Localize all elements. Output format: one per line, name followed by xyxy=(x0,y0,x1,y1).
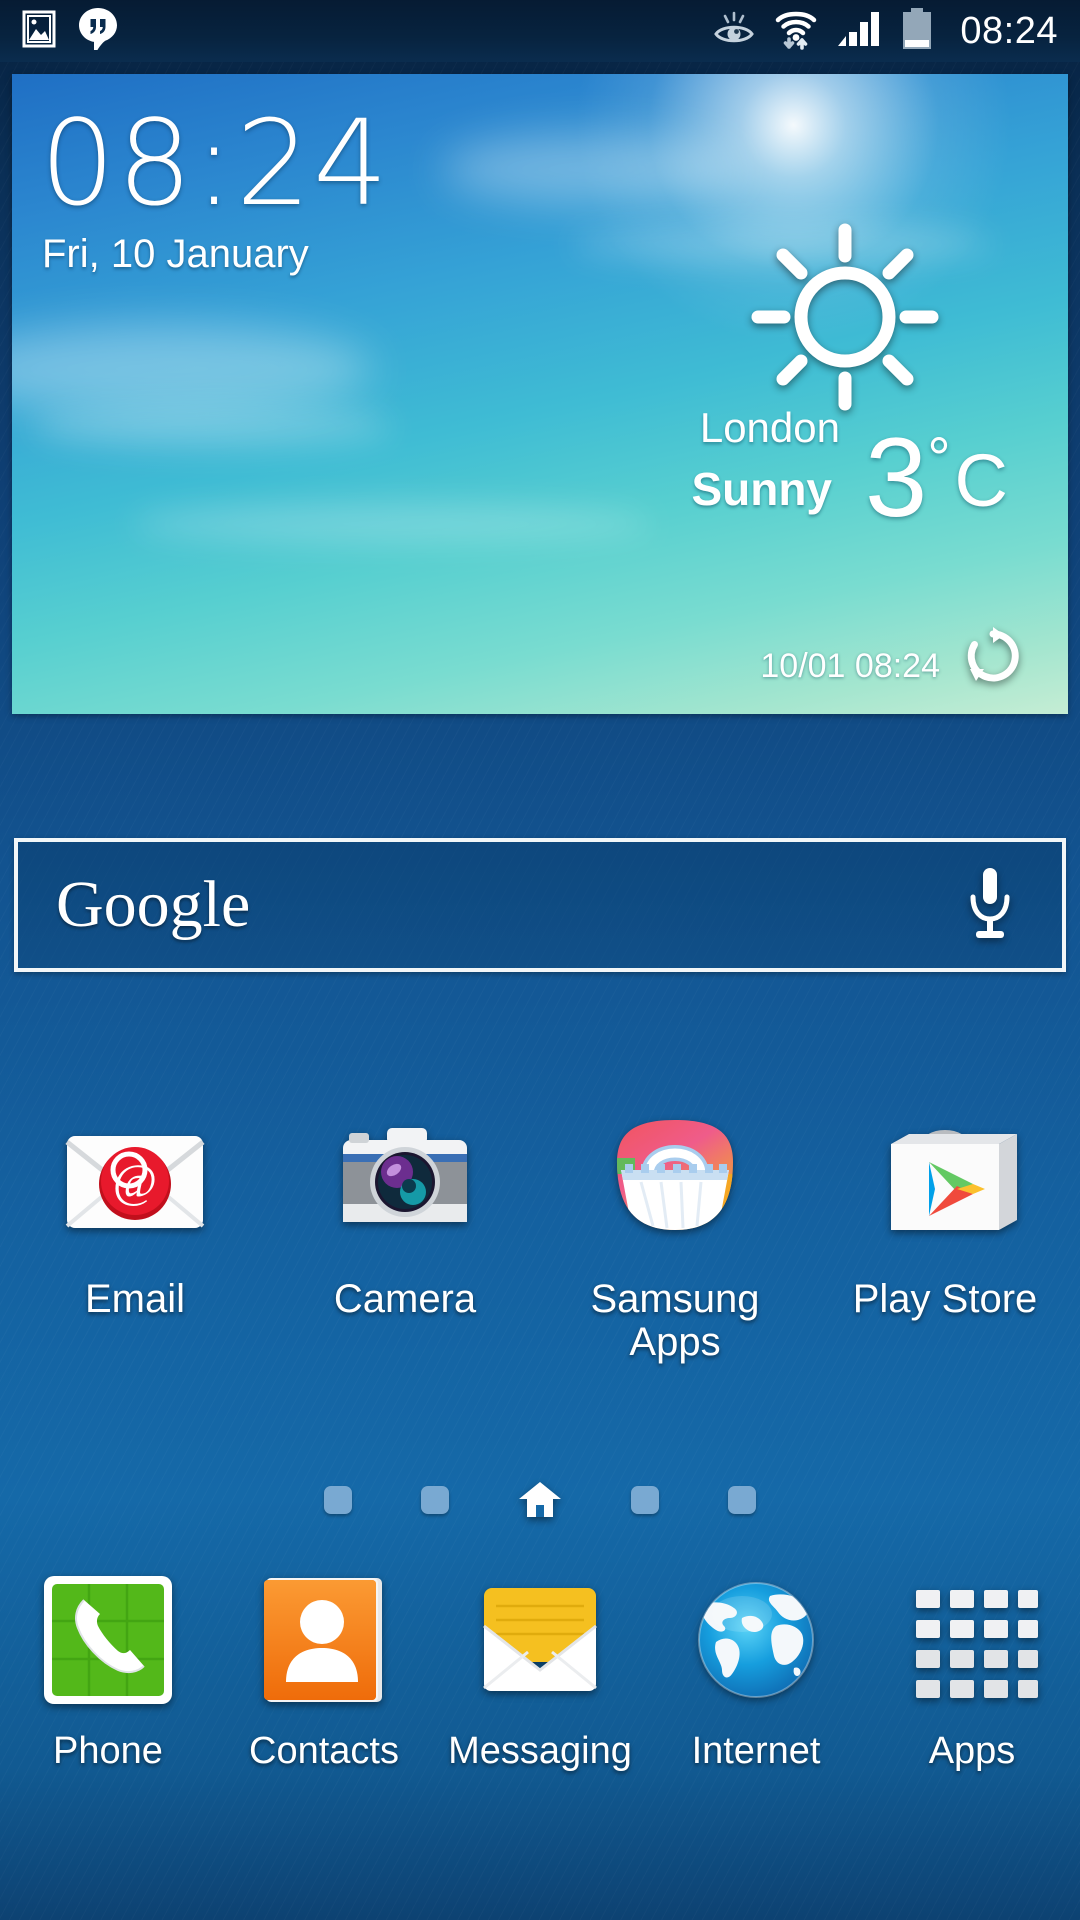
temperature-unit: C xyxy=(955,444,1008,518)
phone-icon[interactable] xyxy=(38,1570,178,1710)
signal-bars-icon xyxy=(836,8,884,55)
dock-label: Phone xyxy=(53,1730,163,1773)
widget-date: Fri, 10 January xyxy=(42,232,309,277)
dock-label: Messaging xyxy=(448,1730,632,1773)
dock-apps[interactable]: Apps xyxy=(864,1570,1080,1773)
status-bar-clock: 08:24 xyxy=(960,10,1058,53)
smart-stay-eye-icon xyxy=(712,10,756,53)
status-bar[interactable]: 08:24 xyxy=(0,0,1080,62)
temperature-value: 3 xyxy=(865,426,927,529)
app-email[interactable]: @ Email xyxy=(0,1100,270,1364)
app-label: Play Store xyxy=(853,1278,1038,1321)
weather-condition: Sunny xyxy=(691,462,832,516)
battery-icon xyxy=(900,7,934,56)
app-label: Email xyxy=(85,1278,185,1321)
dock-label: Internet xyxy=(692,1730,821,1773)
degree-symbol: ° xyxy=(927,430,950,488)
cloud-wisp xyxy=(442,134,742,204)
google-logo: Google xyxy=(56,872,250,938)
home-screen-app-row: @ Email Camera xyxy=(0,1100,1080,1364)
hangouts-icon[interactable] xyxy=(78,7,118,56)
camera-icon[interactable] xyxy=(325,1100,485,1260)
page-dot-2[interactable] xyxy=(421,1486,449,1514)
widget-clock: 08:24 xyxy=(40,104,390,222)
app-samsung-apps[interactable]: Samsung Apps xyxy=(540,1100,810,1364)
dock-contacts[interactable]: Contacts xyxy=(216,1570,432,1773)
gallery-icon[interactable] xyxy=(22,10,56,53)
weather-temperature: 3 ° C xyxy=(865,426,1008,529)
weather-clock-widget[interactable]: 08:24 Fri, 10 January London Sunny 3 ° C… xyxy=(12,74,1068,714)
dock-label: Apps xyxy=(929,1730,1016,1773)
page-dot-1[interactable] xyxy=(324,1486,352,1514)
messaging-icon[interactable] xyxy=(470,1570,610,1710)
apps-grid-icon[interactable] xyxy=(902,1570,1042,1710)
weather-updated-time: 10/01 08:24 xyxy=(760,647,940,686)
page-dot-5[interactable] xyxy=(728,1486,756,1514)
app-play-store[interactable]: Play Store xyxy=(810,1100,1080,1364)
weather-city: London xyxy=(700,404,840,452)
svg-text:@: @ xyxy=(113,1155,157,1208)
wifi-icon xyxy=(772,6,820,57)
email-icon[interactable]: @ xyxy=(55,1100,215,1260)
page-dot-4[interactable] xyxy=(631,1486,659,1514)
app-label: Samsung Apps xyxy=(550,1278,800,1364)
dock-messaging[interactable]: Messaging xyxy=(432,1570,648,1773)
internet-globe-icon[interactable] xyxy=(686,1570,826,1710)
sun-icon xyxy=(750,222,940,417)
home-icon[interactable] xyxy=(518,1480,562,1520)
dock-phone[interactable]: Phone xyxy=(0,1570,216,1773)
contacts-icon[interactable] xyxy=(254,1570,394,1710)
play-store-icon[interactable] xyxy=(865,1100,1025,1260)
microphone-icon[interactable] xyxy=(964,864,1016,947)
app-camera[interactable]: Camera xyxy=(270,1100,540,1364)
app-label: Camera xyxy=(334,1278,476,1321)
refresh-icon[interactable] xyxy=(962,625,1024,692)
dock-internet[interactable]: Internet xyxy=(648,1570,864,1773)
cloud-wisp xyxy=(32,404,392,450)
page-indicator xyxy=(0,1480,1080,1520)
dock-bar: Phone Contacts xyxy=(0,1570,1080,1773)
dock-label: Contacts xyxy=(249,1730,399,1773)
google-search-bar[interactable]: Google xyxy=(14,838,1066,972)
samsung-apps-icon[interactable] xyxy=(595,1100,755,1260)
cloud-wisp xyxy=(132,504,652,544)
